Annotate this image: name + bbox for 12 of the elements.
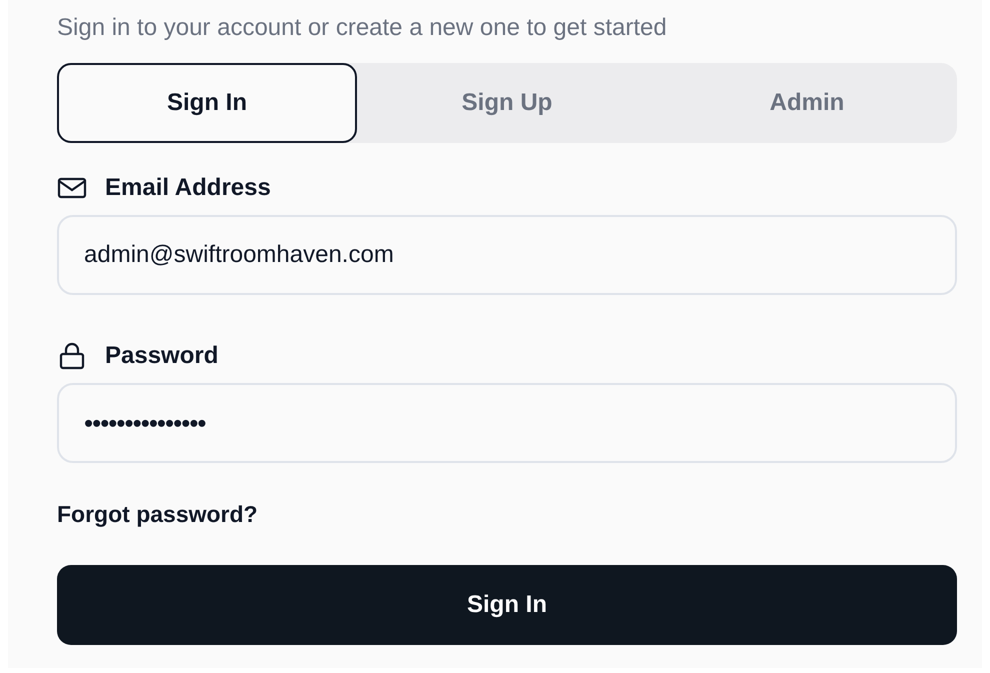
tab[interactable]: Sign Up (357, 63, 657, 143)
subtitle: Sign in to your account or create a new one to get started (57, 13, 667, 43)
tab[interactable]: Sign In (57, 63, 357, 143)
tab[interactable]: Admin (657, 63, 957, 143)
sign-in-button[interactable]: Sign In (57, 565, 957, 645)
mail-icon (57, 176, 87, 200)
lock-icon (57, 342, 87, 370)
field-label: Password (105, 341, 218, 371)
field-label: Email Address (105, 173, 271, 203)
forgot-password-link[interactable]: Forgot password? (57, 499, 258, 529)
password-field[interactable]: ••••••••••••••• (57, 383, 957, 463)
email-field[interactable]: admin@swiftroomhaven.com (57, 215, 957, 295)
